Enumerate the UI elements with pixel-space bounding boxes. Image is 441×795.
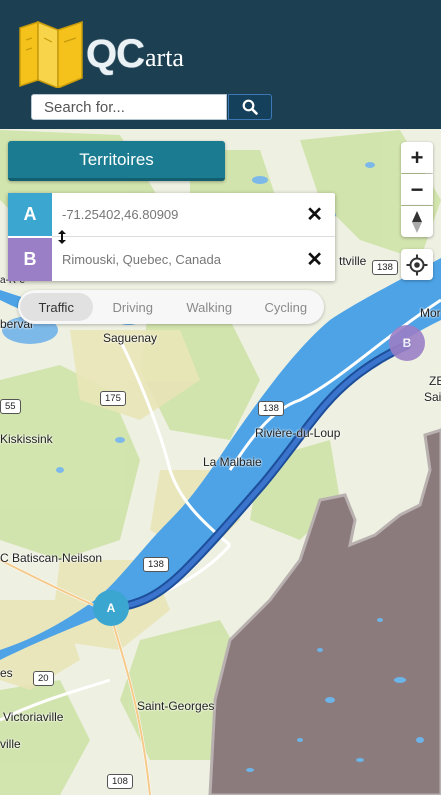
- locate-button[interactable]: [401, 249, 433, 280]
- origin-pin[interactable]: A: [93, 590, 129, 626]
- road-138-east: 138: [372, 260, 398, 275]
- place-kiskissink: Kiskissink: [0, 432, 53, 446]
- road-175: 175: [100, 391, 126, 406]
- compass-icon: [412, 210, 422, 233]
- clear-origin-close-icon[interactable]: ✕: [306, 193, 323, 236]
- mode-driving[interactable]: Driving: [97, 293, 170, 321]
- place-sai: Sai: [424, 390, 441, 404]
- place-ville: ville: [0, 737, 21, 751]
- swap-vertical-icon[interactable]: [56, 229, 68, 245]
- brand-qc: QC: [86, 32, 145, 76]
- place-la-malbaie: La Malbaie: [203, 455, 262, 469]
- place-batiscan: C Batiscan-Neilson: [0, 551, 103, 565]
- road-108: 108: [107, 774, 133, 789]
- compass-button[interactable]: [401, 206, 433, 237]
- place-ttville: ttville: [339, 254, 367, 268]
- mode-cycling[interactable]: Cycling: [250, 293, 323, 321]
- mode-walking[interactable]: Walking: [173, 293, 246, 321]
- search-button[interactable]: [228, 94, 272, 120]
- road-55: 55: [0, 399, 21, 414]
- place-ze: ZE: [429, 374, 441, 388]
- origin-pin-label: A: [106, 601, 116, 615]
- destination-pin-label: B: [402, 336, 412, 350]
- zoom-in-button[interactable]: +: [401, 142, 433, 173]
- route-panel: A -71.25402,46.80909 ✕ B Rimouski, Quebe…: [8, 193, 335, 281]
- destination-pin[interactable]: B: [389, 325, 425, 361]
- road-138-center: 138: [258, 401, 284, 416]
- origin-input[interactable]: -71.25402,46.80909: [62, 193, 178, 236]
- app-header: QC arta: [0, 0, 441, 129]
- search-icon: [242, 99, 258, 115]
- place-riviere-du-loup: Rivière-du-Loup: [255, 426, 341, 440]
- destination-marker: B: [8, 238, 52, 281]
- locate-icon: [406, 254, 428, 275]
- place-victoriaville: Victoriaville: [3, 710, 64, 724]
- search-input[interactable]: [31, 94, 227, 120]
- origin-marker: A: [8, 193, 52, 236]
- mode-traffic[interactable]: Traffic: [20, 293, 93, 321]
- destination-input[interactable]: Rimouski, Quebec, Canada: [62, 238, 221, 281]
- travel-mode-bar: Traffic Driving Walking Cycling: [18, 290, 324, 324]
- route-divider: [52, 236, 335, 237]
- clear-destination-close-icon[interactable]: ✕: [306, 238, 323, 281]
- place-saguenay: Saguenay: [103, 331, 158, 345]
- territoires-button[interactable]: Territoires: [8, 141, 225, 181]
- place-les: es: [0, 666, 13, 680]
- folded-map-icon[interactable]: [18, 20, 84, 88]
- place-mor: Mor: [420, 306, 441, 320]
- brand-logo: QC arta: [86, 30, 184, 74]
- zoom-out-button[interactable]: −: [401, 174, 433, 205]
- road-20: 20: [33, 671, 54, 686]
- road-138-west: 138: [143, 557, 169, 572]
- place-saint-georges: Saint-Georges: [137, 699, 215, 713]
- brand-arta: arta: [145, 43, 184, 72]
